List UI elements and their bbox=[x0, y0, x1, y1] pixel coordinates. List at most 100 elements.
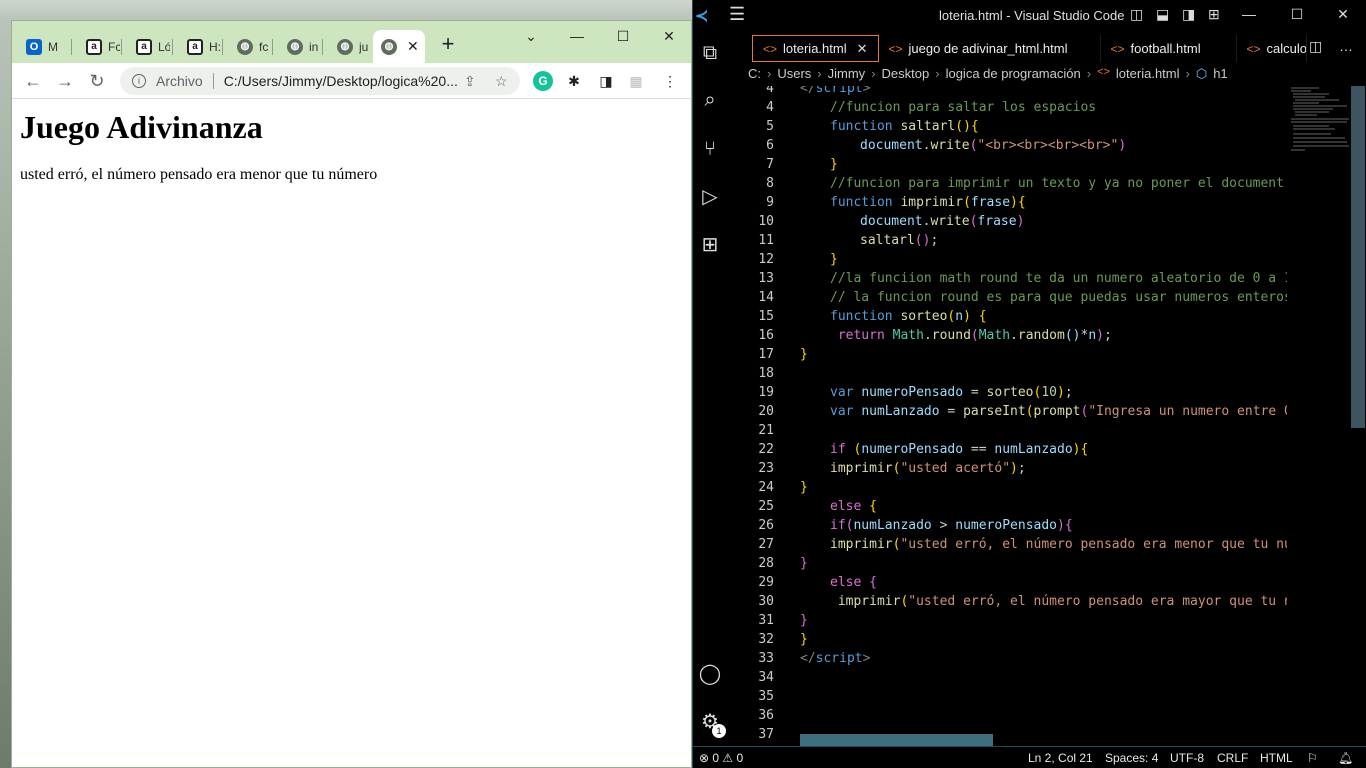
code-line[interactable]: 14 // la funcion round es para que puedas… bbox=[727, 288, 1287, 307]
info-icon[interactable]: i bbox=[132, 74, 146, 88]
breadcrumb-item[interactable]: Users bbox=[777, 66, 811, 86]
browser-tab-active[interactable]: ◍ ✕ bbox=[373, 30, 425, 63]
run-debug-icon[interactable]: ▷ bbox=[696, 183, 724, 211]
editor-tab[interactable]: <> juego de adivinar_html.html bbox=[879, 35, 1101, 62]
breadcrumb-item[interactable]: loteria.html bbox=[1116, 66, 1180, 86]
close-icon[interactable]: ✕ bbox=[857, 41, 868, 57]
scrollbar-thumb[interactable] bbox=[1351, 86, 1365, 428]
code-line[interactable]: 19 var numeroPensado = sorteo(10); bbox=[727, 383, 1287, 402]
maximize-button[interactable]: ☐ bbox=[1282, 6, 1312, 23]
code-line[interactable]: 12} bbox=[727, 250, 1287, 269]
cursor-position[interactable]: Ln 2, Col 21 bbox=[1028, 751, 1093, 765]
sidepanel-icon[interactable]: ◨ bbox=[596, 71, 616, 91]
browser-tab[interactable]: O M bbox=[12, 30, 72, 63]
code-line[interactable]: 17} bbox=[727, 345, 1287, 364]
code-line[interactable]: 33 </script> bbox=[727, 649, 1287, 668]
close-window-button[interactable]: ✕ bbox=[1328, 6, 1358, 23]
tab-search-button[interactable]: ⌄ bbox=[508, 23, 554, 49]
code-line[interactable]: 26 if(numLanzado > numeroPensado){ bbox=[727, 516, 1287, 535]
feedback-icon[interactable]: ⚐ bbox=[1307, 751, 1318, 765]
indentation-status[interactable]: Spaces: 4 bbox=[1105, 751, 1158, 765]
code-line[interactable]: 8 //funcion para imprimir un texto y ya n… bbox=[727, 174, 1287, 193]
browser-tab[interactable]: a Ló bbox=[122, 30, 173, 63]
language-mode[interactable]: HTML bbox=[1260, 751, 1293, 765]
forward-button[interactable]: → bbox=[53, 69, 77, 93]
notifications-bell-icon[interactable]: 🔔︎ bbox=[1338, 751, 1353, 765]
browser-tab[interactable]: a H: bbox=[173, 30, 223, 63]
code-line[interactable]: 30 imprimir("usted erró, el número pensa… bbox=[727, 592, 1287, 611]
code-line[interactable]: 29 else { bbox=[727, 573, 1287, 592]
browser-tab[interactable]: ◍ in bbox=[273, 30, 323, 63]
extensions-icon[interactable]: ⊞ bbox=[696, 231, 724, 259]
menu-icon[interactable]: ☰ bbox=[729, 4, 745, 25]
share-icon[interactable]: ⇪ bbox=[464, 73, 476, 90]
breadcrumb-item[interactable]: logica de programación bbox=[946, 66, 1081, 86]
code-line[interactable]: 34 bbox=[727, 668, 1287, 687]
code-line[interactable]: 15 function sorteo(n) { bbox=[727, 307, 1287, 326]
code-line[interactable]: 10 document.write(frase) bbox=[727, 212, 1287, 231]
account-icon[interactable]: ◯ bbox=[696, 660, 724, 688]
explorer-icon[interactable]: ⧉ bbox=[696, 39, 724, 67]
breadcrumb-item[interactable]: Desktop bbox=[882, 66, 930, 86]
reload-button[interactable]: ↻ bbox=[85, 69, 109, 93]
editor-tab[interactable]: <> calculo bbox=[1237, 35, 1307, 62]
address-bar[interactable]: i Archivo C:/Users/Jimmy/Desktop/logica%… bbox=[120, 67, 520, 95]
settings-gear-icon[interactable]: ⚙ 1 bbox=[696, 708, 726, 738]
maximize-button[interactable]: ☐ bbox=[600, 23, 646, 49]
search-icon[interactable]: ⌕ bbox=[696, 86, 724, 114]
toggle-panel-icon[interactable]: ⬓ bbox=[1156, 6, 1169, 23]
code-line[interactable]: 27 imprimir("usted erró, el número pensad… bbox=[727, 535, 1287, 554]
code-line[interactable]: 18 bbox=[727, 364, 1287, 383]
browser-tab[interactable]: ◍ fc bbox=[223, 30, 273, 63]
code-line[interactable]: 21 bbox=[727, 421, 1287, 440]
code-line[interactable]: 6 document.write("<br><br><br><br>") bbox=[727, 136, 1287, 155]
toggle-sidebar-icon[interactable]: ◫ bbox=[1130, 6, 1143, 23]
menu-icon[interactable]: ⋮ bbox=[660, 71, 680, 91]
code-line[interactable]: 16 return Math.round(Math.random()*n); bbox=[727, 326, 1287, 345]
code-line[interactable]: 35 bbox=[727, 687, 1287, 706]
minimize-button[interactable]: — bbox=[1234, 6, 1264, 22]
toggle-secondary-sidebar-icon[interactable]: ◨ bbox=[1182, 6, 1195, 23]
editor-tab-active[interactable]: <> loteria.html ✕ bbox=[752, 35, 879, 62]
extension-icon[interactable]: ▦ bbox=[626, 71, 646, 91]
breadcrumb-item[interactable]: h1 bbox=[1213, 66, 1227, 86]
editor-tab[interactable]: <> football.html bbox=[1101, 35, 1237, 62]
split-editor-icon[interactable]: ◫ bbox=[1309, 38, 1322, 55]
code-line[interactable]: 25 else { bbox=[727, 497, 1287, 516]
breadcrumb-item[interactable]: C: bbox=[748, 66, 761, 86]
problems-indicator[interactable]: ⊗ 0 ⚠ 0 bbox=[699, 751, 743, 765]
code-line[interactable]: 23 imprimir("usted acertó"); bbox=[727, 459, 1287, 478]
code-line[interactable]: 13 //la funciion math round te da un nume… bbox=[727, 269, 1287, 288]
encoding-status[interactable]: UTF-8 bbox=[1170, 751, 1204, 765]
browser-tab[interactable]: a Fc bbox=[72, 30, 122, 63]
minimap[interactable] bbox=[1289, 86, 1353, 154]
new-tab-button[interactable]: + bbox=[436, 33, 460, 57]
back-button[interactable]: ← bbox=[21, 69, 45, 93]
close-tab-icon[interactable]: ✕ bbox=[407, 38, 419, 55]
more-actions-icon[interactable]: … bbox=[1339, 38, 1353, 54]
code-line[interactable]: 4 </script> bbox=[727, 86, 1287, 98]
extensions-icon[interactable]: ✱ bbox=[564, 71, 584, 91]
star-icon[interactable]: ☆ bbox=[495, 73, 508, 90]
code-line[interactable]: 5 function saltarl(){ bbox=[727, 117, 1287, 136]
code-line[interactable]: 32} bbox=[727, 630, 1287, 649]
minimize-button[interactable]: — bbox=[554, 23, 600, 49]
breadcrumb-item[interactable]: Jimmy bbox=[828, 66, 866, 86]
code-line[interactable]: 7} bbox=[727, 155, 1287, 174]
eol-status[interactable]: CRLF bbox=[1217, 751, 1248, 765]
code-line[interactable]: 36 bbox=[727, 706, 1287, 725]
code-line[interactable]: 24} bbox=[727, 478, 1287, 497]
browser-tab[interactable]: ◍ ju bbox=[323, 30, 373, 63]
code-line[interactable]: 22 if (numeroPensado == numLanzado){ bbox=[727, 440, 1287, 459]
source-control-icon[interactable]: ⑂ bbox=[696, 135, 724, 163]
code-editor[interactable]: 4 </script> 4 //funcion para saltar los esp… bbox=[727, 86, 1366, 746]
horizontal-scrollbar[interactable] bbox=[800, 734, 993, 746]
close-window-button[interactable]: ✕ bbox=[646, 23, 691, 49]
code-line[interactable]: 4 //funcion para saltar los espacios bbox=[727, 98, 1287, 117]
code-line[interactable]: 20 var numLanzado = parseInt(prompt("Ingr… bbox=[727, 402, 1287, 421]
vertical-scrollbar[interactable] bbox=[1351, 86, 1365, 746]
customize-layout-icon[interactable]: ⊞ bbox=[1208, 6, 1220, 23]
code-line[interactable]: 9 function imprimir(frase){ bbox=[727, 193, 1287, 212]
code-line[interactable]: 11 saltarl(); bbox=[727, 231, 1287, 250]
url-text[interactable]: C:/Users/Jimmy/Desktop/logica%20... bbox=[224, 73, 474, 89]
